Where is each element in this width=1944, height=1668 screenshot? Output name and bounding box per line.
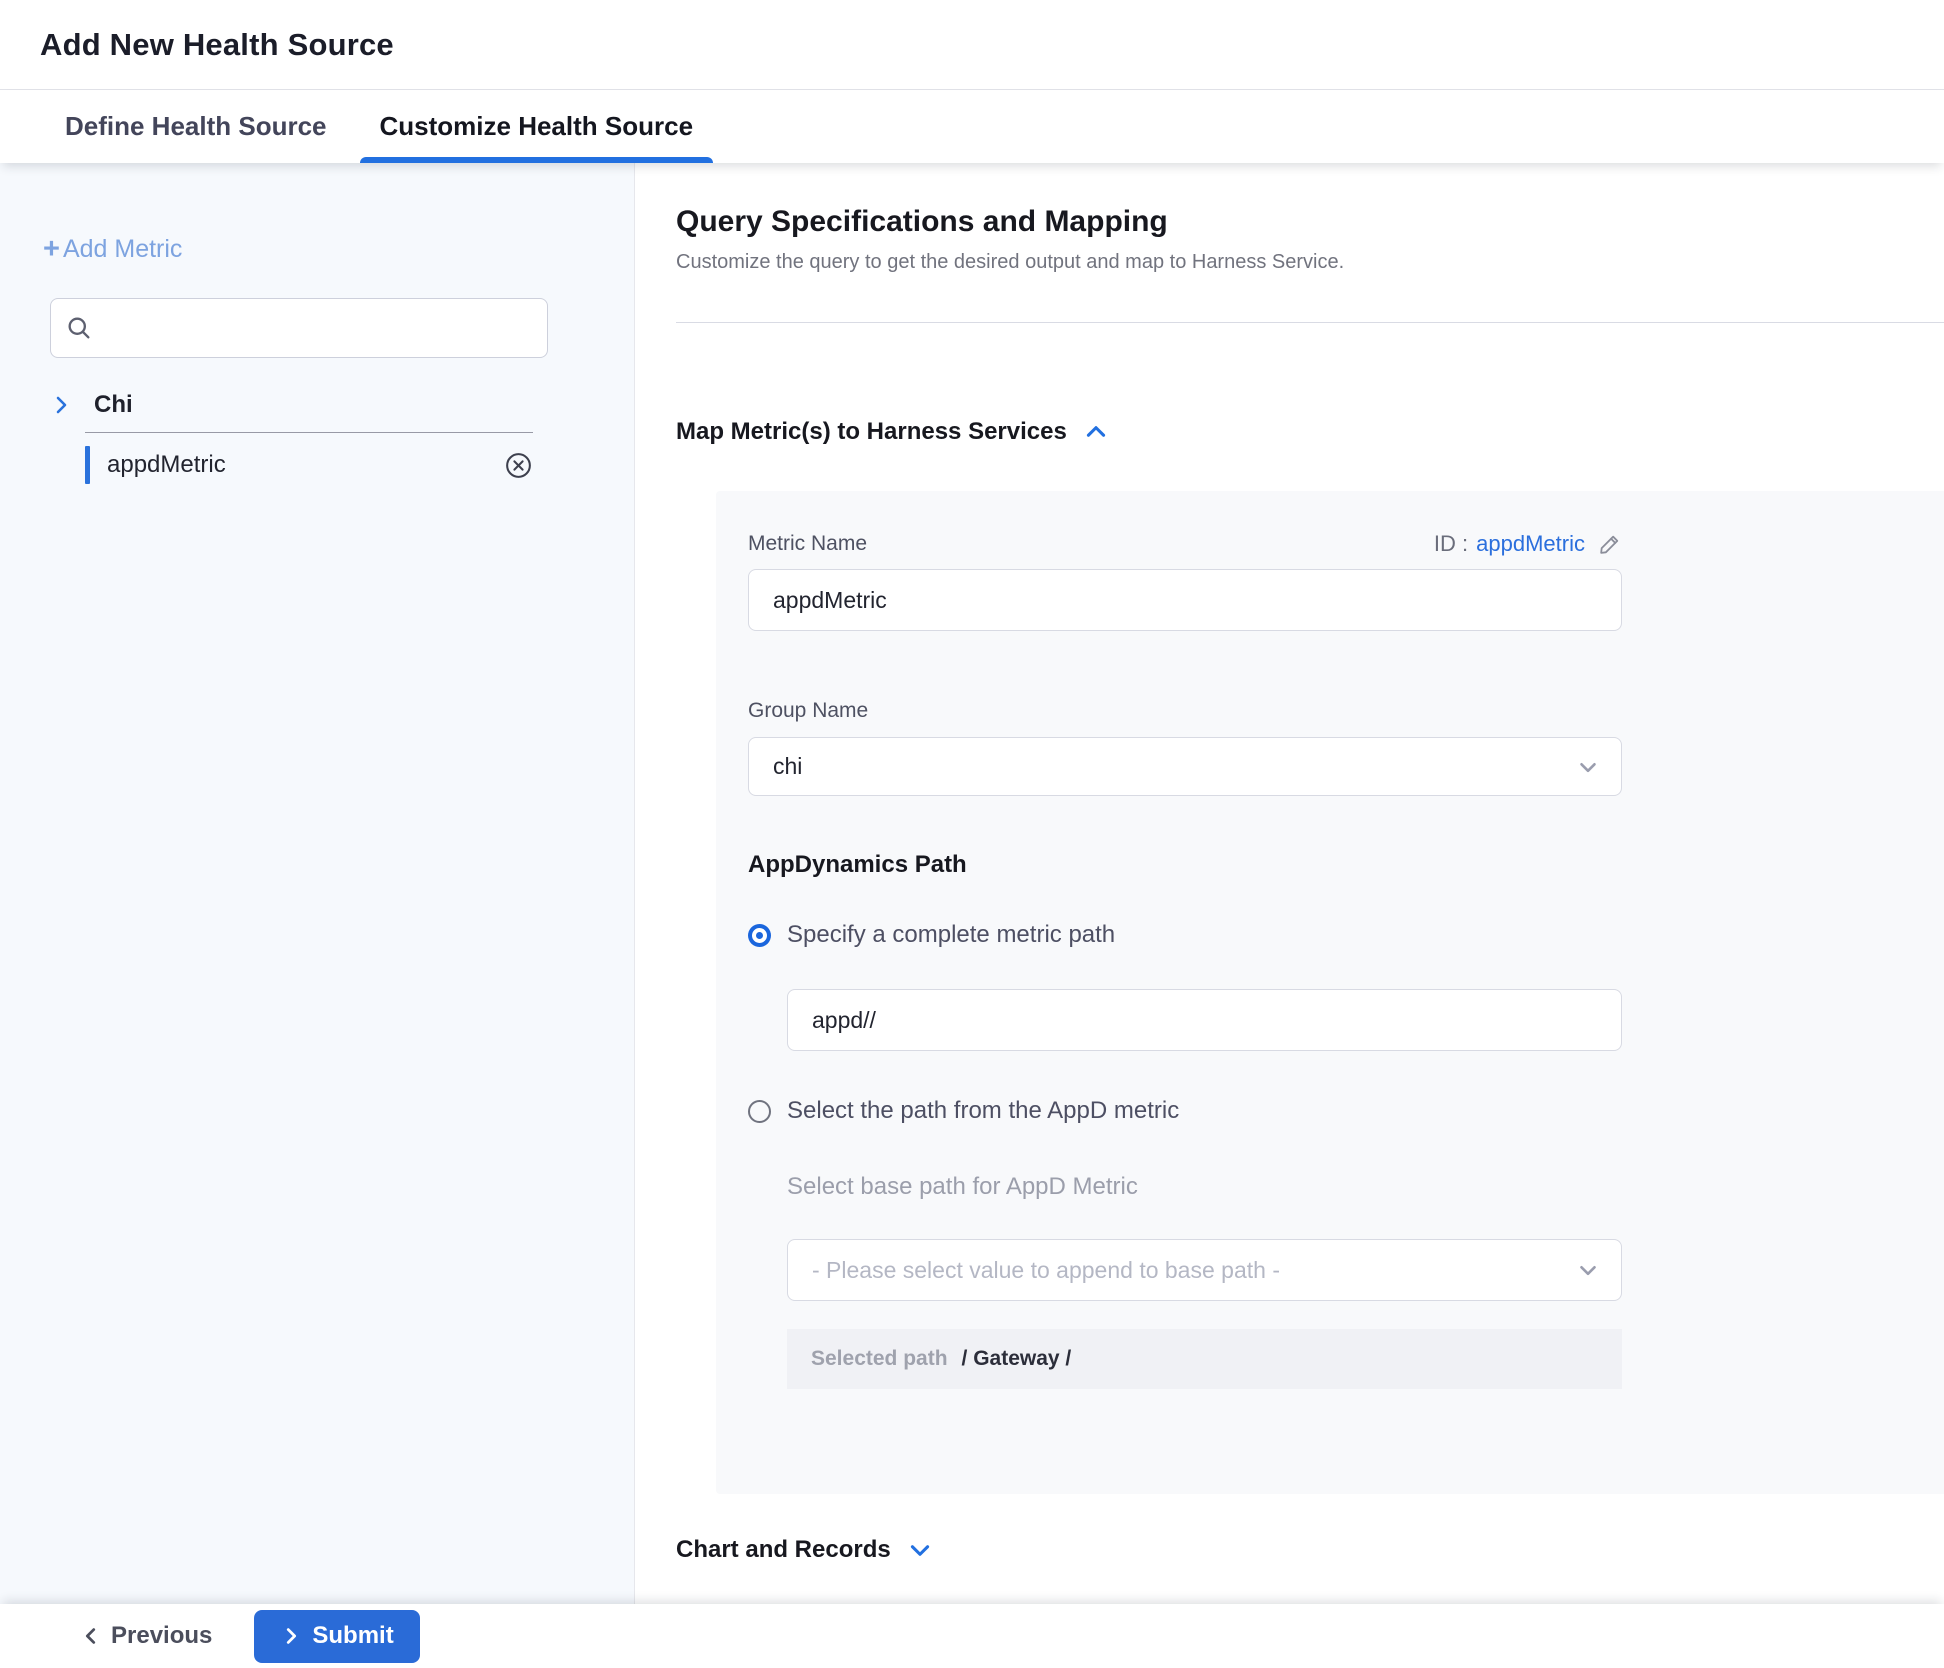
previous-label: Previous	[111, 1622, 212, 1650]
radio-select-appd-path[interactable]: Select the path from the AppD metric	[748, 1097, 1944, 1125]
chevron-right-icon	[280, 1625, 302, 1647]
radio-selected-icon[interactable]	[748, 924, 771, 947]
metric-name-input[interactable]	[748, 569, 1622, 631]
add-metric-button[interactable]: + Add Metric	[0, 235, 634, 264]
tab-bar: Define Health Source Customize Health So…	[0, 90, 1944, 163]
chart-and-records-toggle[interactable]: Chart and Records	[676, 1536, 1944, 1564]
chevron-right-icon	[49, 393, 73, 417]
add-metric-label: Add Metric	[63, 235, 182, 264]
search-icon	[65, 314, 93, 342]
id-value-link[interactable]: appdMetric	[1476, 531, 1585, 557]
submit-button[interactable]: Submit	[254, 1610, 419, 1663]
search-input[interactable]	[103, 315, 533, 341]
chevron-up-icon	[1083, 419, 1109, 445]
map-metrics-section-toggle[interactable]: Map Metric(s) to Harness Services	[676, 418, 1944, 446]
panel-title: Query Specifications and Mapping	[676, 205, 1944, 239]
group-name-value: chi	[773, 753, 1575, 780]
chevron-down-icon	[907, 1537, 933, 1563]
chevron-down-icon	[1575, 1257, 1601, 1283]
submit-label: Submit	[312, 1622, 393, 1650]
metric-item-label: appdMetric	[107, 451, 226, 479]
delete-metric-icon[interactable]	[504, 451, 533, 480]
base-path-label: Select base path for AppD Metric	[787, 1173, 1944, 1201]
metric-search	[50, 298, 548, 358]
add-health-source-dialog: Add New Health Source Define Health Sour…	[0, 0, 1944, 1668]
metric-list-item-appdmetric[interactable]: appdMetric	[85, 443, 533, 487]
edit-id-icon[interactable]	[1597, 532, 1622, 557]
previous-button[interactable]: Previous	[80, 1622, 212, 1650]
group-name-select[interactable]: chi	[748, 737, 1622, 796]
selected-path-bar: Selected path / Gateway /	[787, 1329, 1622, 1389]
metric-mapping-card: Metric Name ID : appdMetric Group Nam	[716, 491, 1944, 1494]
map-metrics-section-title: Map Metric(s) to Harness Services	[676, 418, 1067, 446]
radio-select-label: Select the path from the AppD metric	[787, 1097, 1179, 1125]
chart-and-records-label: Chart and Records	[676, 1536, 891, 1564]
dialog-header: Add New Health Source	[0, 0, 1944, 90]
metric-name-label-row: Metric Name ID : appdMetric	[748, 531, 1622, 557]
page-title: Add New Health Source	[40, 27, 394, 63]
tab-define-health-source[interactable]: Define Health Source	[63, 90, 329, 163]
selected-path-label: Selected path	[811, 1347, 948, 1371]
radio-specify-label: Specify a complete metric path	[787, 921, 1115, 949]
selected-indicator-bar	[85, 446, 90, 484]
base-path-placeholder: - Please select value to append to base …	[812, 1257, 1575, 1284]
plus-icon: +	[43, 235, 60, 264]
metric-name-label: Metric Name	[748, 532, 867, 556]
chevron-left-icon	[80, 1625, 102, 1647]
radio-specify-metric-path[interactable]: Specify a complete metric path	[748, 921, 1944, 949]
query-spec-panel: Query Specifications and Mapping Customi…	[635, 163, 1944, 1604]
metrics-sidebar: + Add Metric Chi	[0, 163, 635, 1604]
tab-customize-health-source[interactable]: Customize Health Source	[378, 90, 696, 163]
chevron-down-icon	[1575, 754, 1601, 780]
metric-path-input[interactable]	[787, 989, 1622, 1051]
panel-subtitle: Customize the query to get the desired o…	[676, 251, 1944, 274]
id-label: ID :	[1434, 531, 1468, 557]
selected-path-value: / Gateway /	[962, 1347, 1072, 1371]
dialog-footer: Previous Submit	[0, 1604, 1944, 1668]
group-name: Chi	[94, 391, 133, 419]
sidebar-divider	[85, 432, 533, 433]
metric-id-row: ID : appdMetric	[1434, 531, 1622, 557]
panel-divider	[676, 322, 1944, 323]
base-path-select[interactable]: - Please select value to append to base …	[787, 1239, 1622, 1301]
metric-group-chi[interactable]: Chi	[0, 388, 634, 422]
group-name-label: Group Name	[748, 699, 1944, 723]
appdynamics-path-heading: AppDynamics Path	[748, 851, 1944, 879]
radio-unselected-icon[interactable]	[748, 1100, 771, 1123]
dialog-body: + Add Metric Chi	[0, 163, 1944, 1604]
